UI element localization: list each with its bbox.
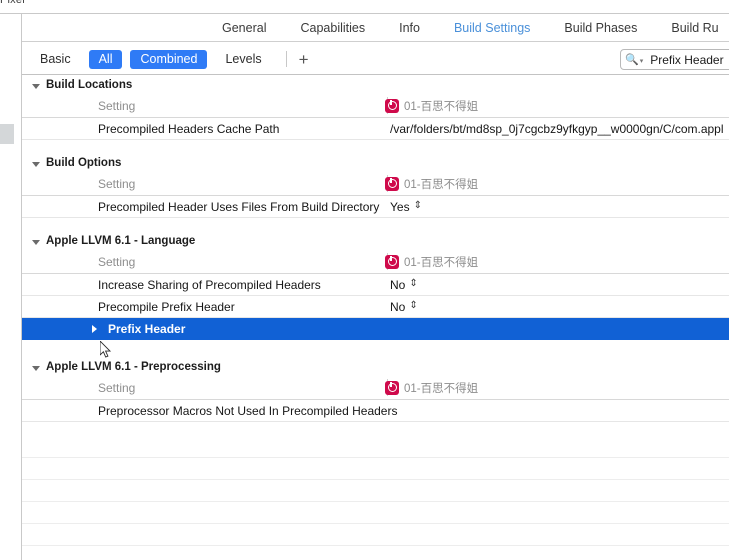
setting-name: Prefix Header <box>108 321 186 336</box>
baisibudejie-app-icon <box>385 254 399 269</box>
setting-value-text: No <box>390 277 406 292</box>
section-spacer <box>22 218 729 232</box>
section-spacer <box>22 140 729 154</box>
empty-row <box>22 436 729 458</box>
group-title: Build Options <box>46 157 122 169</box>
setting-name: Precompile Prefix Header <box>98 299 235 314</box>
baisibudejie-app-icon <box>385 98 399 113</box>
section-build-locations: Build Locations Setting 01-百思不得姐 Precomp… <box>22 76 729 154</box>
search-input[interactable]: Prefix Header <box>650 53 723 67</box>
column-header-setting: Setting <box>98 254 136 269</box>
search-icon: 🔍 <box>625 54 639 66</box>
stepper-icon[interactable]: ⇕ <box>409 278 417 289</box>
group-title: Apple LLVM 6.1 - Language <box>46 235 196 247</box>
section-build-options: Build Options Setting 01-百思不得姐 Precompil… <box>22 154 729 232</box>
column-header-row: Setting 01-百思不得姐 <box>22 250 729 274</box>
build-settings-table[interactable]: Build Locations Setting 01-百思不得姐 Precomp… <box>22 76 729 560</box>
target-name: 01-百思不得姐 <box>404 382 479 395</box>
target-name: 01-百思不得姐 <box>404 178 479 191</box>
column-header-target: 01-百思不得姐 <box>385 380 478 396</box>
group-header-build-locations[interactable]: Build Locations <box>22 76 729 94</box>
tab-build-rules[interactable]: Build Ru <box>671 21 718 35</box>
column-header-row: Setting 01-百思不得姐 <box>22 94 729 118</box>
column-header-row: Setting 01-百思不得姐 <box>22 376 729 400</box>
window-title: Pixel <box>0 0 25 6</box>
filter-basic-button[interactable]: Basic <box>30 50 81 69</box>
column-header-setting: Setting <box>98 176 136 191</box>
column-header-target: 01-百思不得姐 <box>385 98 478 114</box>
chevron-down-icon[interactable]: ▾ <box>640 57 644 65</box>
setting-value-text: Yes <box>390 199 410 214</box>
target-name: 01-百思不得姐 <box>404 256 479 269</box>
empty-rows-area <box>22 436 729 560</box>
group-header-apple-llvm-language[interactable]: Apple LLVM 6.1 - Language <box>22 232 729 250</box>
group-header-build-options[interactable]: Build Options <box>22 154 729 172</box>
add-setting-button[interactable]: + <box>295 51 313 68</box>
table-row[interactable]: Increase Sharing of Precompiled Headers … <box>22 274 729 296</box>
table-row[interactable]: Precompile Prefix Header No ⇕ <box>22 296 729 318</box>
filter-combined-button[interactable]: Combined <box>130 49 208 69</box>
filter-divider <box>285 51 287 67</box>
table-row[interactable]: Precompiled Headers Cache Path /var/fold… <box>22 118 729 140</box>
section-spacer <box>22 340 729 358</box>
baisibudejie-app-icon <box>385 380 399 395</box>
empty-row <box>22 502 729 524</box>
disclosure-triangle-icon[interactable] <box>32 83 40 89</box>
empty-row <box>22 524 729 546</box>
empty-row <box>22 546 729 560</box>
disclosure-triangle-icon[interactable] <box>32 161 40 167</box>
filter-all-button[interactable]: All <box>88 49 123 69</box>
section-spacer <box>22 422 729 436</box>
filter-bar-divider <box>22 74 729 75</box>
column-header-setting: Setting <box>98 380 136 395</box>
disclosure-triangle-icon[interactable] <box>32 239 40 245</box>
search-field[interactable]: 🔍 ▾ Prefix Header <box>620 49 729 70</box>
column-header-row: Setting 01-百思不得姐 <box>22 172 729 196</box>
column-header-setting: Setting <box>98 98 136 113</box>
column-header-target: 01-百思不得姐 <box>385 176 478 192</box>
group-title: Build Locations <box>46 79 133 91</box>
window-title-strip: Pixel <box>0 0 729 14</box>
disclosure-triangle-icon[interactable] <box>32 365 40 371</box>
tab-general[interactable]: General <box>222 21 266 35</box>
target-name: 01-百思不得姐 <box>404 100 479 113</box>
setting-name: Precompiled Header Uses Files From Build… <box>98 199 380 214</box>
editor-tab-bar: General Capabilities Info Build Settings… <box>0 14 729 42</box>
table-row[interactable]: Preprocessor Macros Not Used In Precompi… <box>22 400 729 422</box>
group-title: Apple LLVM 6.1 - Preprocessing <box>46 361 221 373</box>
tab-build-settings[interactable]: Build Settings <box>454 21 530 35</box>
section-apple-llvm-language: Apple LLVM 6.1 - Language Setting 01-百思不… <box>22 232 729 358</box>
editor-left-gutter <box>0 14 22 560</box>
tab-capabilities[interactable]: Capabilities <box>300 21 365 35</box>
setting-value[interactable]: No ⇕ <box>390 300 418 314</box>
group-header-apple-llvm-preprocessing[interactable]: Apple LLVM 6.1 - Preprocessing <box>22 358 729 376</box>
tab-build-phases[interactable]: Build Phases <box>564 21 637 35</box>
column-header-target: 01-百思不得姐 <box>385 254 478 270</box>
setting-name: Precompiled Headers Cache Path <box>98 121 280 136</box>
build-settings-filter-bar: Basic All Combined Levels + 🔍 ▾ Prefix H… <box>0 43 729 75</box>
setting-name: Increase Sharing of Precompiled Headers <box>98 277 321 292</box>
filter-levels-button[interactable]: Levels <box>215 50 271 69</box>
gutter-marker <box>0 124 14 144</box>
setting-value-text: No <box>390 299 406 314</box>
section-apple-llvm-preprocessing: Apple LLVM 6.1 - Preprocessing Setting 0… <box>22 358 729 436</box>
tab-info[interactable]: Info <box>399 21 420 35</box>
baisibudejie-app-icon <box>385 176 399 191</box>
xcode-build-settings-editor: Pixel General Capabilities Info Build Se… <box>0 0 729 560</box>
stepper-icon[interactable]: ⇕ <box>414 200 422 211</box>
row-disclosure-triangle-icon[interactable] <box>92 324 97 333</box>
setting-value[interactable]: /var/folders/bt/md8sp_0j7cgcbz9yfkgyp__w… <box>390 122 724 136</box>
setting-name: Preprocessor Macros Not Used In Precompi… <box>98 403 398 418</box>
table-row[interactable]: Precompiled Header Uses Files From Build… <box>22 196 729 218</box>
stepper-icon[interactable]: ⇕ <box>409 300 417 311</box>
table-row-selected-prefix-header[interactable]: Prefix Header <box>22 318 729 340</box>
setting-value[interactable]: No ⇕ <box>390 278 418 292</box>
setting-value[interactable]: Yes ⇕ <box>390 200 422 214</box>
empty-row <box>22 480 729 502</box>
empty-row <box>22 458 729 480</box>
